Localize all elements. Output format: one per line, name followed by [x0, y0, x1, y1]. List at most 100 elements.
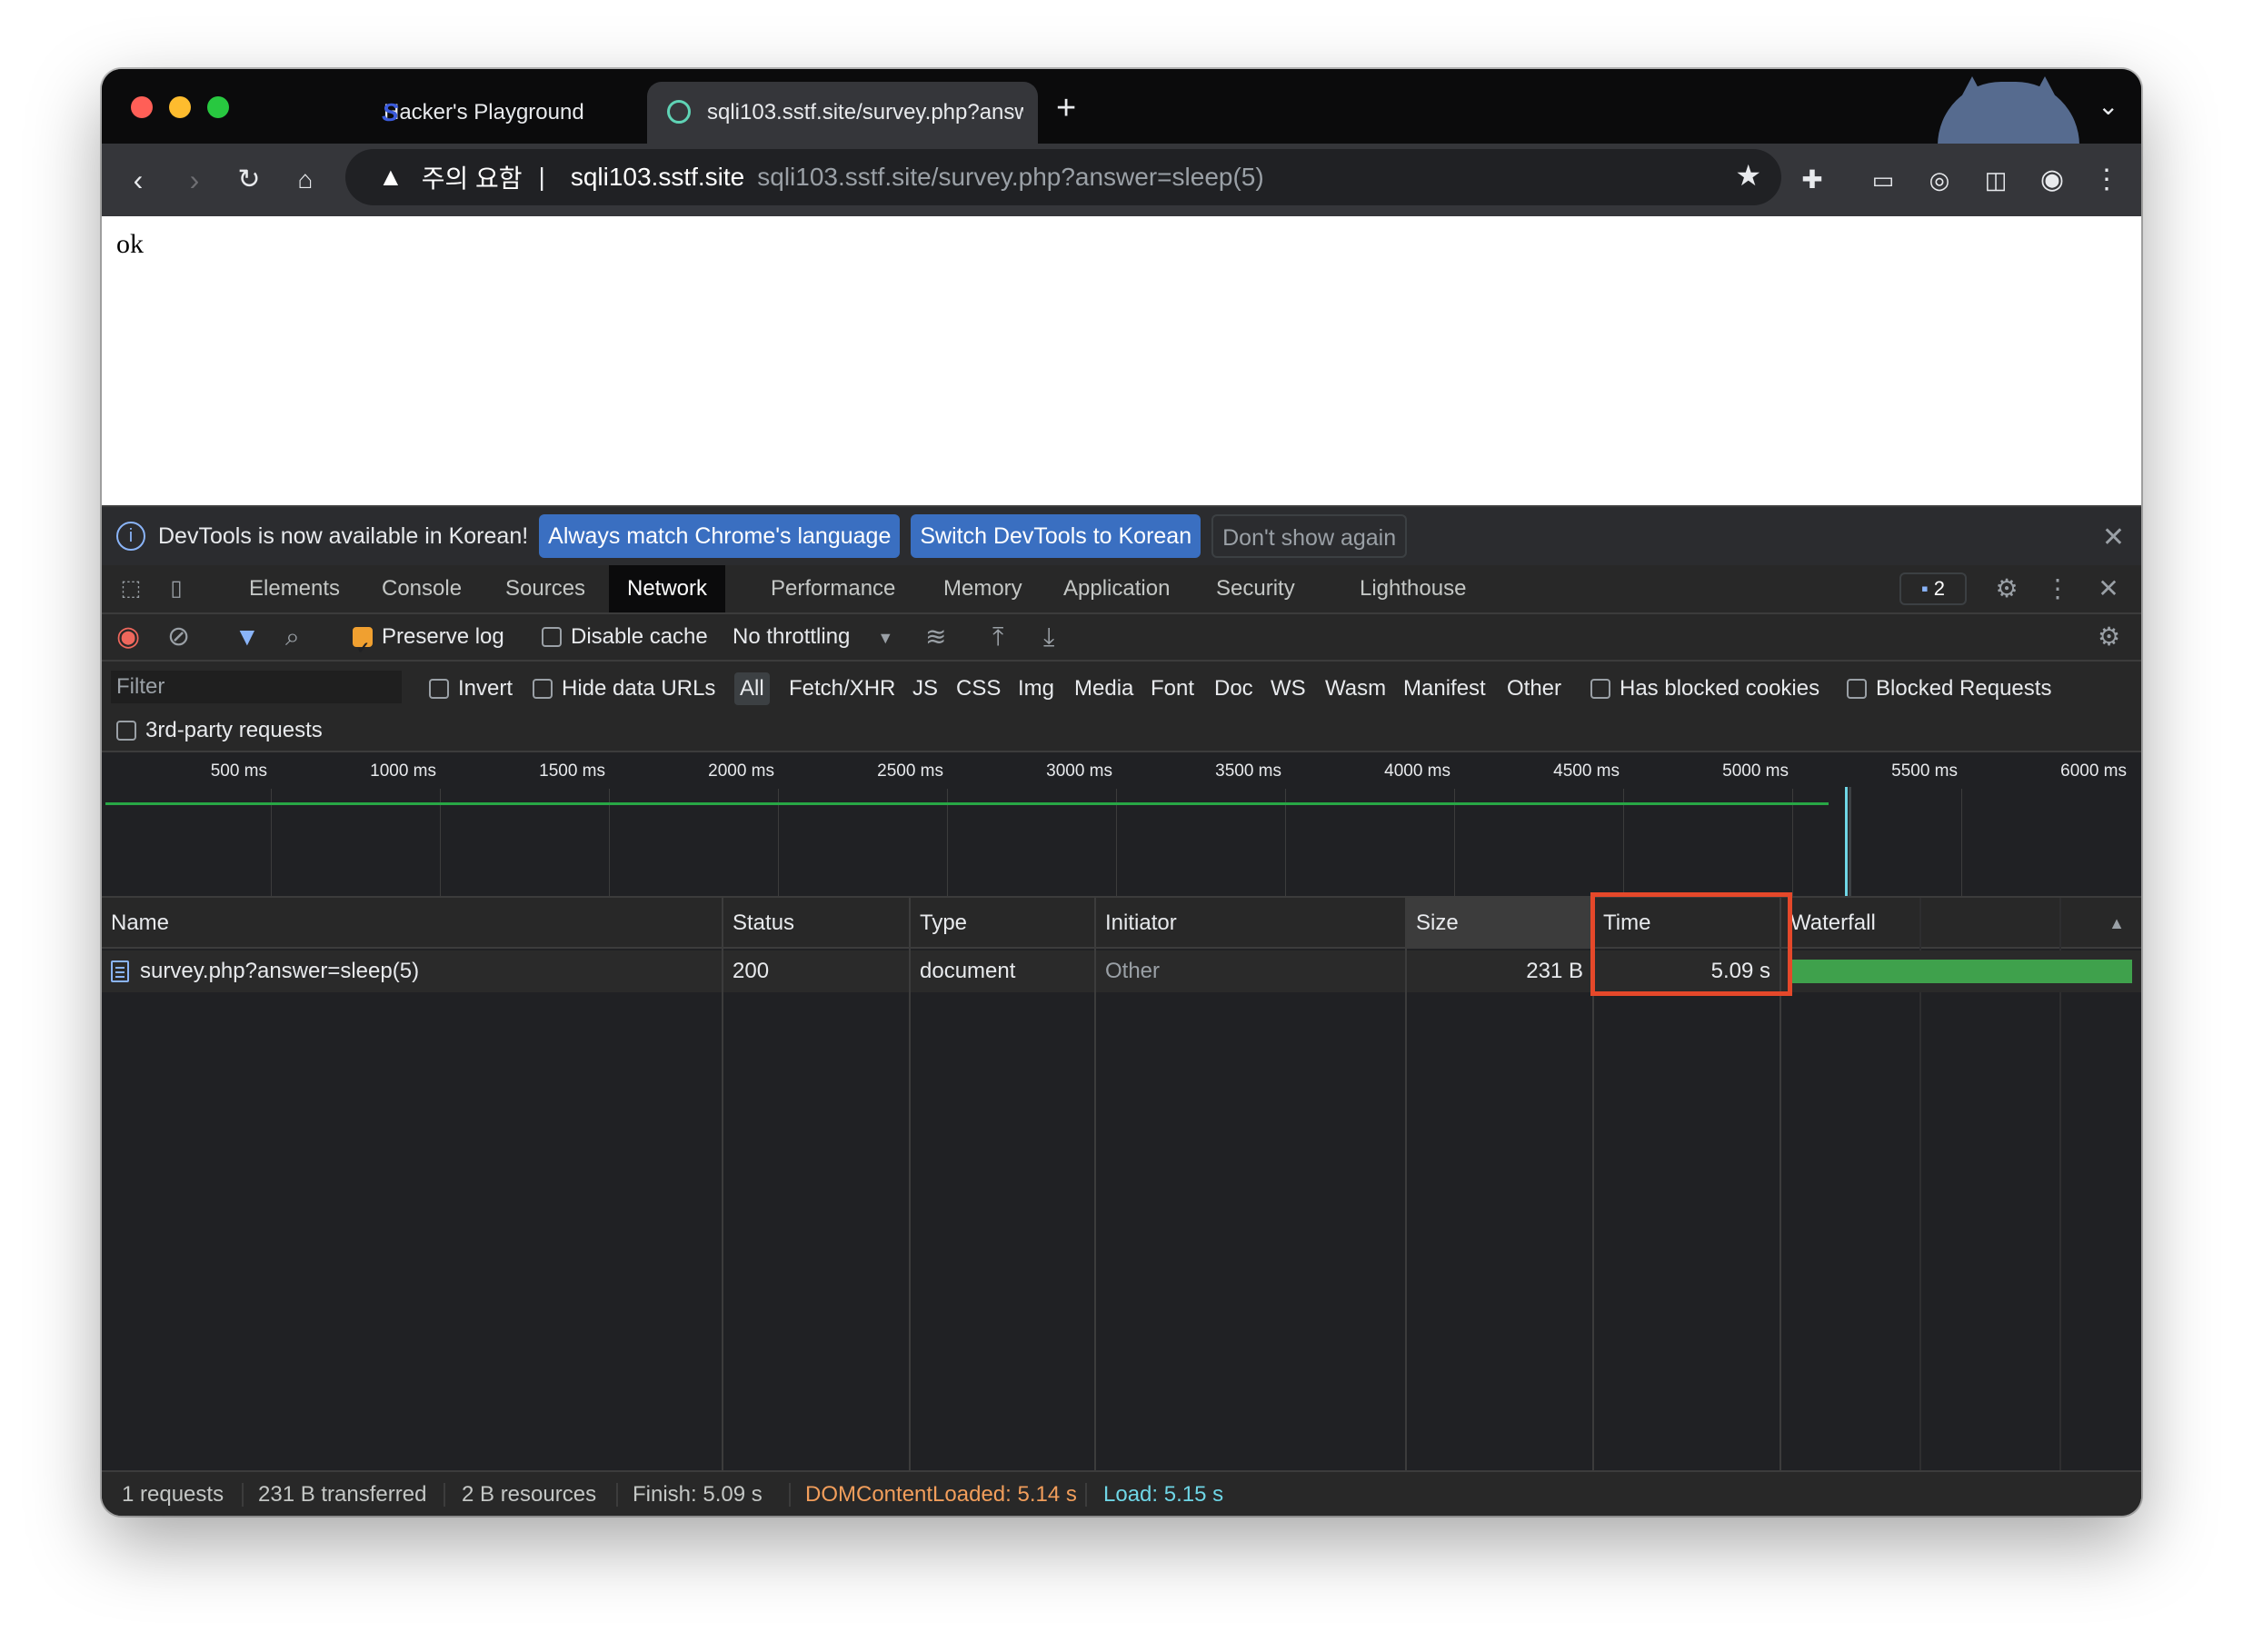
filter-type-all[interactable]: All: [734, 672, 770, 705]
export-har-icon[interactable]: ⤓: [1043, 614, 1054, 660]
security-warning-label[interactable]: 주의 요함: [422, 159, 523, 195]
filter-type-manifest[interactable]: Manifest: [1403, 672, 1486, 705]
checkbox-unchecked[interactable]: [1847, 679, 1867, 699]
invert-checkbox[interactable]: Invert: [429, 672, 513, 705]
load-time: Load: 5.15 s: [1103, 1482, 1224, 1507]
filter-type-fetch-xhr[interactable]: Fetch/XHR: [789, 672, 895, 705]
loading-ring-icon: [667, 100, 691, 124]
request-size-cell[interactable]: 231 B: [1407, 950, 1592, 992]
filter-type-wasm[interactable]: Wasm: [1325, 672, 1386, 705]
checkbox-unchecked[interactable]: [116, 721, 136, 741]
switch-to-korean-button[interactable]: Switch DevTools to Korean: [911, 514, 1201, 558]
disable-cache-label: Disable cache: [571, 624, 708, 649]
sort-ascending-icon[interactable]: ▲: [2108, 898, 2125, 949]
network-conditions-icon[interactable]: ≋: [925, 614, 946, 660]
filter-funnel-icon[interactable]: ▼: [234, 614, 260, 660]
timeline-gridline: [271, 789, 272, 898]
minimize-window-button[interactable]: [169, 96, 191, 118]
record-stop-icon[interactable]: ◉: [116, 614, 140, 660]
settings-gear-icon[interactable]: ⚙: [1990, 572, 2023, 605]
has-blocked-cookies-checkbox[interactable]: Has blocked cookies: [1590, 672, 1819, 705]
blocked-requests-checkbox[interactable]: Blocked Requests: [1847, 672, 2051, 705]
hide-data-urls-label: Hide data URLs: [562, 676, 716, 701]
home-icon[interactable]: ⌂: [287, 162, 324, 198]
import-har-icon[interactable]: ⤒: [992, 614, 1003, 660]
dont-show-again-button[interactable]: Don't show again: [1211, 514, 1408, 558]
network-settings-gear-icon[interactable]: ⚙: [2098, 614, 2120, 660]
timeline-gridline: [1285, 789, 1286, 898]
url-full: sqli103.sstf.site/survey.php?answer=slee…: [757, 163, 1264, 191]
screenshot-icon[interactable]: ◎: [1921, 162, 1958, 198]
forward-icon[interactable]: ›: [176, 162, 213, 198]
profile-icon[interactable]: ◉: [2034, 162, 2070, 198]
filter-type-doc[interactable]: Doc: [1214, 672, 1253, 705]
checkbox-unchecked[interactable]: [429, 679, 449, 699]
cast-icon[interactable]: ▭: [1865, 162, 1901, 198]
throttling-select[interactable]: No throttling ▼: [733, 614, 893, 660]
device-toolbar-icon[interactable]: ▯: [160, 572, 193, 605]
tab-network[interactable]: Network: [609, 565, 726, 612]
col-header-type[interactable]: Type: [911, 898, 1094, 949]
filter-type-media[interactable]: Media: [1074, 672, 1133, 705]
checkbox-checked[interactable]: [353, 625, 373, 671]
side-panel-icon[interactable]: ◫: [1978, 162, 2014, 198]
filter-input[interactable]: Filter: [111, 671, 402, 703]
timeline-gridline: [609, 789, 610, 898]
tab-elements[interactable]: Elements: [231, 565, 358, 612]
more-options-icon[interactable]: ⋮: [2041, 572, 2074, 605]
tab-performance[interactable]: Performance: [753, 565, 913, 612]
search-icon[interactable]: ⌕: [285, 614, 300, 660]
warning-triangle-icon[interactable]: ▲: [378, 163, 404, 192]
close-window-button[interactable]: [131, 96, 153, 118]
tab-security[interactable]: Security: [1198, 565, 1313, 612]
col-header-waterfall[interactable]: Waterfall ▲: [1781, 898, 2141, 949]
checkbox-unchecked[interactable]: [542, 627, 562, 647]
address-bar[interactable]: ▲ 주의 요함 | sqli103.sstf.site sqli103.sstf…: [345, 149, 1781, 205]
inspect-element-icon[interactable]: ⬚: [115, 572, 147, 605]
tab-title: Hacker's Playground: [384, 100, 584, 124]
back-icon[interactable]: ‹: [120, 162, 156, 198]
request-type-cell[interactable]: document: [911, 950, 1094, 992]
col-header-name[interactable]: Name: [102, 898, 722, 949]
disable-cache-checkbox[interactable]: Disable cache: [542, 614, 708, 660]
bookmark-star-icon[interactable]: ★: [1735, 158, 1761, 193]
tab-search-chevron-icon[interactable]: ⌄: [2098, 91, 2118, 121]
always-match-language-button[interactable]: Always match Chrome's language: [539, 514, 901, 558]
filter-type-js[interactable]: JS: [912, 672, 938, 705]
tab-lighthouse[interactable]: Lighthouse: [1341, 565, 1484, 612]
requests-table: Name Status Type Initiator Size Time Wat…: [102, 898, 2141, 1470]
maximize-window-button[interactable]: [207, 96, 229, 118]
filter-type-font[interactable]: Font: [1151, 672, 1194, 705]
col-header-size[interactable]: Size: [1407, 898, 1592, 949]
tab-console[interactable]: Console: [364, 565, 480, 612]
col-header-initiator[interactable]: Initiator: [1096, 898, 1405, 949]
hide-data-urls-checkbox[interactable]: Hide data URLs: [533, 672, 715, 705]
checkbox-unchecked[interactable]: [1590, 679, 1610, 699]
col-header-status[interactable]: Status: [723, 898, 909, 949]
reload-icon[interactable]: ↻: [231, 162, 267, 198]
dropdown-arrow-icon: ▼: [877, 629, 894, 647]
network-overview-timeline[interactable]: 500 ms 1000 ms 1500 ms 2000 ms 2500 ms 3…: [102, 752, 2141, 898]
tab-application[interactable]: Application: [1045, 565, 1188, 612]
close-icon[interactable]: ✕: [2102, 522, 2125, 553]
filter-type-other[interactable]: Other: [1507, 672, 1561, 705]
request-name-cell[interactable]: survey.php?answer=sleep(5): [102, 950, 722, 992]
issues-badge[interactable]: ▪ 2: [1899, 572, 1967, 605]
request-initiator-cell[interactable]: Other: [1096, 950, 1405, 992]
filter-type-ws[interactable]: WS: [1271, 672, 1306, 705]
tab-sources[interactable]: Sources: [487, 565, 603, 612]
filter-type-css[interactable]: CSS: [956, 672, 1001, 705]
tab-memory[interactable]: Memory: [925, 565, 1041, 612]
third-party-checkbox[interactable]: 3rd-party requests: [116, 714, 323, 747]
timeline-tick: 3500 ms: [1215, 761, 1281, 781]
new-tab-button[interactable]: +: [1056, 91, 1076, 125]
menu-dots-icon[interactable]: ⋮: [2088, 162, 2125, 198]
request-status-cell[interactable]: 200: [723, 950, 909, 992]
close-devtools-icon[interactable]: ✕: [2092, 572, 2125, 605]
clear-icon[interactable]: ⊘: [167, 614, 190, 660]
preserve-log-checkbox[interactable]: Preserve log: [353, 614, 504, 671]
checkbox-unchecked[interactable]: [533, 679, 553, 699]
tab-survey[interactable]: sqli103.sstf.site/survey.php?answer=slee…: [647, 82, 1038, 144]
filter-type-img[interactable]: Img: [1018, 672, 1054, 705]
extensions-icon[interactable]: ✚: [1794, 162, 1830, 198]
